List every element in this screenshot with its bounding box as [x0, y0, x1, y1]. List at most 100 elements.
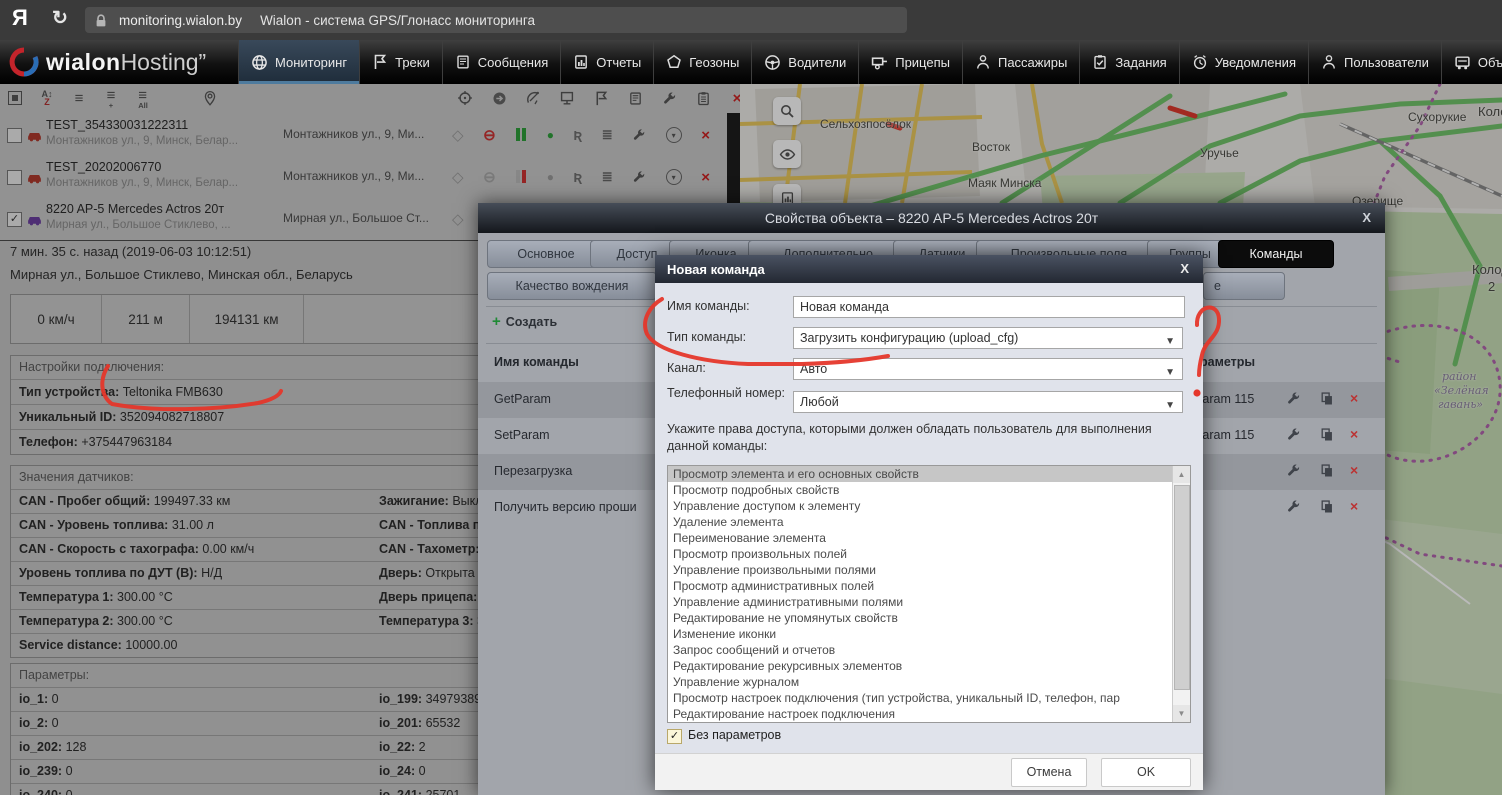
tab-partial[interactable]: е: [1203, 272, 1285, 300]
browser-bar: Я ↻ monitoring.wialon.by Wialon - систем…: [0, 0, 1502, 40]
scroll-thumb[interactable]: [1174, 485, 1190, 690]
command-copy-icon[interactable]: [1319, 463, 1334, 478]
nav-tab-geofences[interactable]: Геозоны: [653, 40, 751, 84]
command-delete-icon[interactable]: ×: [1350, 498, 1358, 514]
command-delete-icon[interactable]: ×: [1350, 426, 1358, 442]
truck-icon: [1454, 54, 1471, 71]
rights-item[interactable]: Запрос сообщений и отчетов: [668, 642, 1190, 658]
rights-item[interactable]: Просмотр настроек подключения (тип устро…: [668, 690, 1190, 706]
scroll-down-icon[interactable]: ▼: [1173, 705, 1190, 722]
trailer-icon: [871, 54, 888, 71]
nav-tab-notifications[interactable]: Уведомления: [1179, 40, 1308, 84]
phone-label: Телефонный номер:: [667, 385, 789, 401]
rights-item[interactable]: Управление доступом к элементу: [668, 498, 1190, 514]
command-delete-icon[interactable]: ×: [1350, 462, 1358, 478]
nav-tab-drivers[interactable]: Водители: [751, 40, 858, 84]
report-icon: [573, 54, 589, 70]
message-icon: [455, 54, 471, 70]
rights-item[interactable]: Управление журналом: [668, 674, 1190, 690]
no-params-label: Без параметров: [688, 728, 781, 742]
rights-item[interactable]: Удаление элемента: [668, 514, 1190, 530]
new-command-title: Новая команда: [667, 262, 765, 277]
command-edit-wrench-icon[interactable]: [1286, 463, 1301, 478]
properties-dialog-titlebar: Свойства объекта – 8220 AP-5 Mercedes Ac…: [478, 203, 1385, 233]
rights-item[interactable]: Просмотр произвольных полей: [668, 546, 1190, 562]
nav-tab-messages[interactable]: Сообщения: [442, 40, 561, 84]
nav-tab-users[interactable]: Пользователи: [1308, 40, 1441, 84]
chevron-down-icon: ▼: [1165, 396, 1175, 416]
nav-tab-reports[interactable]: Отчеты: [560, 40, 653, 84]
chevron-down-icon: ▼: [1165, 363, 1175, 383]
wialon-swirl-icon: [8, 46, 40, 78]
address-bar[interactable]: monitoring.wialon.by Wialon - система GP…: [85, 7, 907, 33]
url-text[interactable]: monitoring.wialon.by: [119, 13, 242, 28]
user-icon: [1321, 54, 1337, 70]
new-command-titlebar: Новая команда: [655, 255, 1203, 283]
new-command-dialog: Новая команда X Имя команды: Новая коман…: [655, 255, 1203, 790]
main-nav: wialonHosting” Мониторинг Треки Сообщени…: [0, 40, 1502, 85]
nav-tab-jobs[interactable]: Задания: [1079, 40, 1178, 84]
command-name-input[interactable]: Новая команда: [793, 296, 1185, 318]
command-edit-wrench-icon[interactable]: [1286, 427, 1301, 442]
clipboard-check-icon: [1092, 54, 1108, 70]
lock-icon: [95, 12, 107, 27]
nav-tab-monitoring[interactable]: Мониторинг: [238, 40, 359, 84]
command-delete-icon[interactable]: ×: [1350, 390, 1358, 406]
dialog-footer: Отмена OK: [655, 753, 1203, 790]
command-edit-wrench-icon[interactable]: [1286, 499, 1301, 514]
command-type-select[interactable]: Загрузить конфигурацию (upload_cfg)▼: [793, 327, 1183, 349]
rights-scrollbar[interactable]: ▲ ▼: [1172, 466, 1190, 722]
tab-driving-quality[interactable]: Качество вождения: [487, 272, 657, 300]
nav-tab-trailers[interactable]: Прицепы: [858, 40, 962, 84]
flag-icon: [372, 54, 388, 70]
screen: Я ↻ monitoring.wialon.by Wialon - систем…: [0, 0, 1502, 795]
rights-item[interactable]: Редактирование рекурсивных элементов: [668, 658, 1190, 674]
properties-dialog-title: Свойства объекта – 8220 AP-5 Mercedes Ac…: [765, 210, 1098, 226]
plus-icon: +: [492, 313, 501, 330]
command-edit-wrench-icon[interactable]: [1286, 391, 1301, 406]
no-params-checkbox[interactable]: ✓: [667, 729, 682, 744]
command-type-label: Тип команды:: [667, 330, 789, 344]
commands-name-column-header: Имя команды: [494, 355, 579, 369]
cancel-button[interactable]: Отмена: [1011, 758, 1087, 787]
phone-select[interactable]: Любой▼: [793, 391, 1183, 413]
passenger-icon: [975, 54, 991, 70]
rights-item[interactable]: Управление административными полями: [668, 594, 1190, 610]
nav-tab-tracks[interactable]: Треки: [359, 40, 442, 84]
channel-select[interactable]: Авто▼: [793, 358, 1183, 380]
rights-item[interactable]: Переименование элемента: [668, 530, 1190, 546]
rights-item[interactable]: Просмотр подробных свойств: [668, 482, 1190, 498]
alarm-clock-icon: [1192, 54, 1208, 70]
ok-button[interactable]: OK: [1101, 758, 1191, 787]
rights-item-selected[interactable]: Просмотр элемента и его основных свойств: [668, 466, 1190, 482]
geofence-icon: [666, 54, 682, 70]
rights-item[interactable]: Редактирование не упомянутых свойств: [668, 610, 1190, 626]
rights-item[interactable]: Просмотр административных полей: [668, 578, 1190, 594]
tab-general[interactable]: Основное: [487, 240, 605, 268]
command-copy-icon[interactable]: [1319, 391, 1334, 406]
rights-item[interactable]: Изменение иконки: [668, 626, 1190, 642]
properties-close-icon[interactable]: X: [1362, 210, 1371, 225]
nav-tab-passengers[interactable]: Пассажиры: [962, 40, 1079, 84]
command-name-label: Имя команды:: [667, 299, 789, 313]
command-copy-icon[interactable]: [1319, 427, 1334, 442]
commands-params-column-header: раметры: [1200, 355, 1255, 369]
rights-item[interactable]: Управление произвольными полями: [668, 562, 1190, 578]
rights-listbox[interactable]: Просмотр элемента и его основных свойств…: [667, 465, 1191, 723]
yandex-browser-icon[interactable]: Я: [12, 5, 28, 31]
create-command-button[interactable]: +Создать: [492, 313, 557, 330]
reload-icon[interactable]: ↻: [52, 7, 68, 30]
rights-item[interactable]: Редактирование настроек подключения: [668, 706, 1190, 722]
new-command-close-icon[interactable]: X: [1180, 261, 1189, 276]
channel-label: Канал:: [667, 361, 789, 375]
nav-tab-units[interactable]: Объе: [1441, 40, 1502, 84]
command-copy-icon[interactable]: [1319, 499, 1334, 514]
tab-commands[interactable]: Команды: [1218, 240, 1334, 268]
scroll-up-icon[interactable]: ▲: [1173, 466, 1190, 483]
globe-icon: [251, 54, 268, 71]
chevron-down-icon: ▼: [1165, 332, 1175, 352]
wialon-logo: wialonHosting”: [0, 40, 238, 84]
page-title: Wialon - система GPS/Глонасс мониторинга: [260, 13, 535, 28]
rights-hint: Укажите права доступа, которыми должен о…: [667, 421, 1191, 455]
driver-icon: [764, 54, 781, 71]
